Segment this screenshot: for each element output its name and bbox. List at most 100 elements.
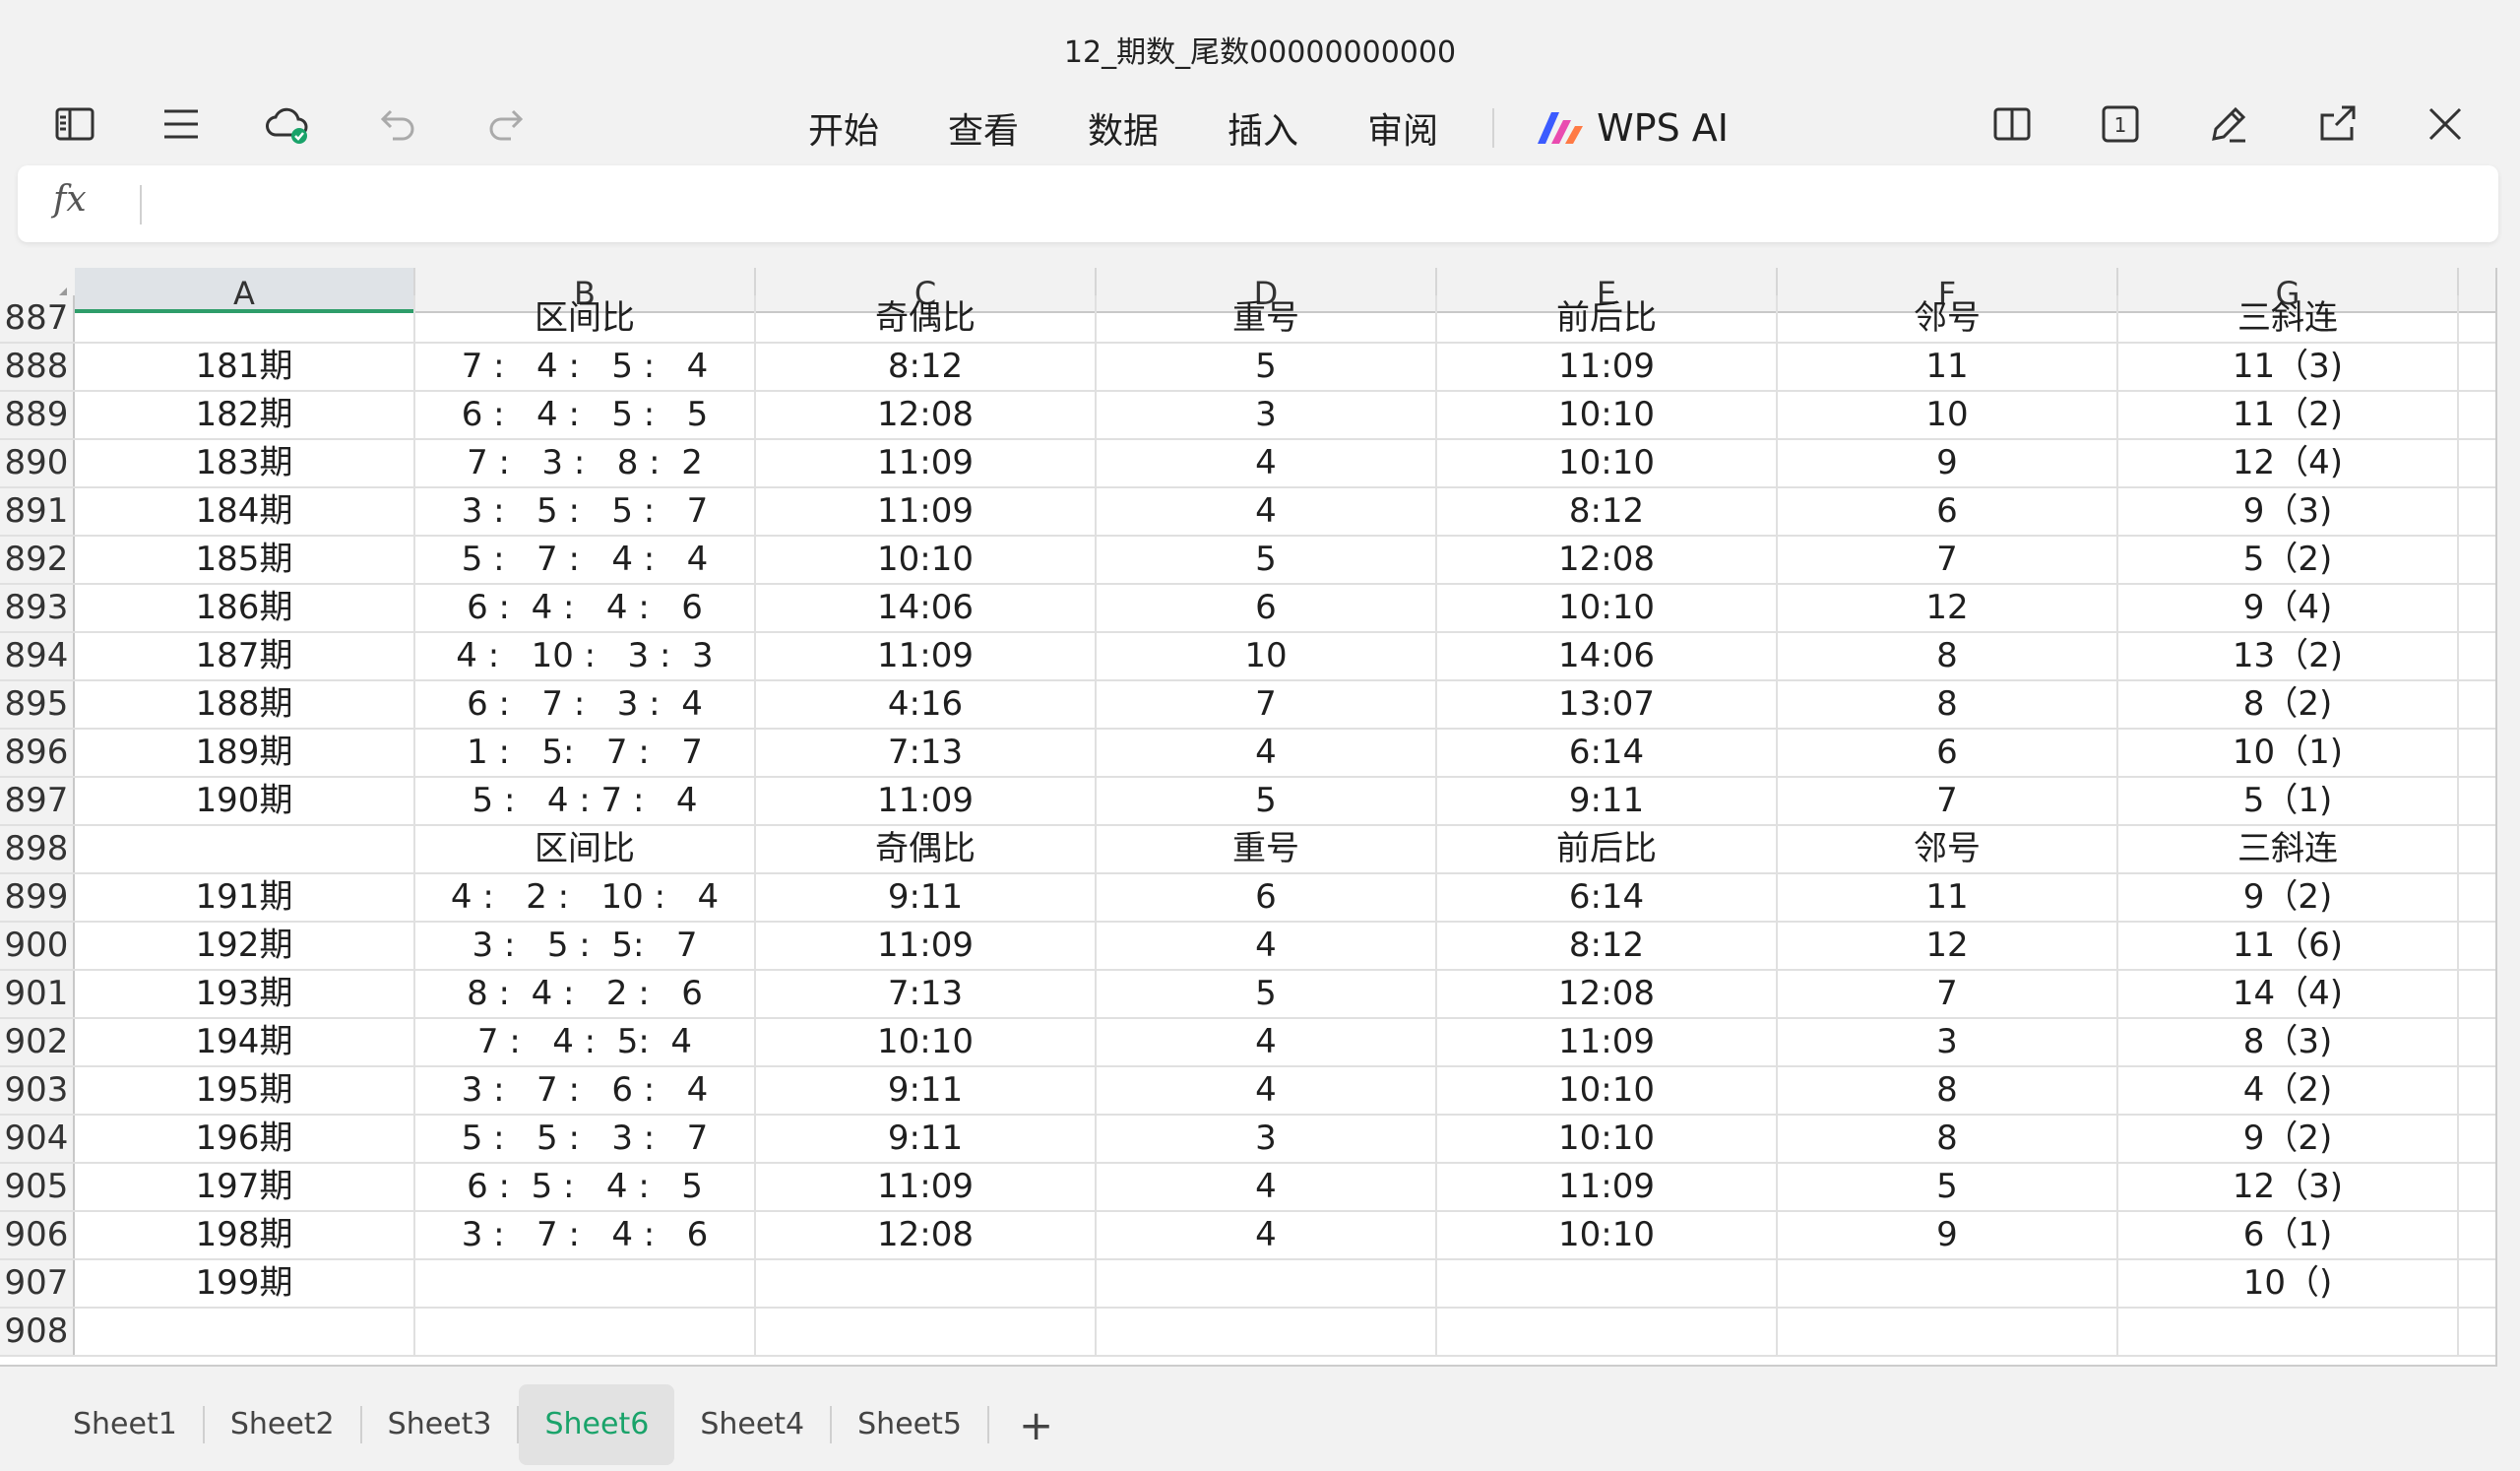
- cell-a[interactable]: 198期: [75, 1212, 415, 1258]
- cell-e[interactable]: [1437, 1260, 1778, 1307]
- sheet-count-icon[interactable]: 1: [2091, 95, 2150, 154]
- cell-d[interactable]: 4: [1097, 1164, 1437, 1210]
- row-header[interactable]: 892: [0, 537, 75, 583]
- cell-f[interactable]: 6: [1778, 730, 2118, 776]
- row-header[interactable]: 905: [0, 1164, 75, 1210]
- cell-e[interactable]: 12:08: [1437, 537, 1778, 583]
- cell-g[interactable]: 14（4): [2118, 971, 2459, 1017]
- cell-d[interactable]: 重号: [1097, 295, 1437, 342]
- cell-c[interactable]: 11:09: [756, 923, 1097, 969]
- cell-d[interactable]: 5: [1097, 537, 1437, 583]
- row-header[interactable]: 897: [0, 778, 75, 824]
- cell-g[interactable]: 6（1): [2118, 1212, 2459, 1258]
- fx-icon[interactable]: fx: [53, 179, 87, 220]
- close-icon[interactable]: [2416, 95, 2475, 154]
- cell-f[interactable]: 3: [1778, 1019, 2118, 1065]
- cell-b[interactable]: 6 : 4 : 4 : 6: [415, 585, 756, 631]
- cell-g[interactable]: 10（1): [2118, 730, 2459, 776]
- menu-data[interactable]: 数据: [1088, 102, 1159, 154]
- row-header[interactable]: 900: [0, 923, 75, 969]
- cell-c[interactable]: 11:09: [756, 1164, 1097, 1210]
- row-header[interactable]: 899: [0, 874, 75, 921]
- row-header[interactable]: 903: [0, 1067, 75, 1114]
- cell-b[interactable]: 5 : 5 : 3 : 7: [415, 1116, 756, 1162]
- cell-b[interactable]: 区间比: [415, 826, 756, 872]
- cell-f[interactable]: 9: [1778, 1212, 2118, 1258]
- cell-a[interactable]: 194期: [75, 1019, 415, 1065]
- cell-a[interactable]: 181期: [75, 344, 415, 390]
- row-header[interactable]: 895: [0, 681, 75, 728]
- cell-a[interactable]: 199期: [75, 1260, 415, 1307]
- sheet-tab-4[interactable]: Sheet4: [674, 1384, 830, 1465]
- cell-e[interactable]: 前后比: [1437, 295, 1778, 342]
- cell-c[interactable]: 11:09: [756, 488, 1097, 535]
- cell-f[interactable]: 10: [1778, 392, 2118, 438]
- cell-d[interactable]: 5: [1097, 971, 1437, 1017]
- cell-g[interactable]: 10（): [2118, 1260, 2459, 1307]
- cell-b[interactable]: 3 : 5 : 5 : 7: [415, 488, 756, 535]
- cell-g[interactable]: 9（2): [2118, 1116, 2459, 1162]
- cell-f[interactable]: 8: [1778, 1067, 2118, 1114]
- cell-g[interactable]: 4（2): [2118, 1067, 2459, 1114]
- cell-a[interactable]: 183期: [75, 440, 415, 486]
- cell-b[interactable]: [415, 1309, 756, 1355]
- cell-g[interactable]: 11（2): [2118, 392, 2459, 438]
- menu-review[interactable]: 审阅: [1367, 102, 1438, 154]
- cell-c[interactable]: 奇偶比: [756, 826, 1097, 872]
- cell-e[interactable]: 9:11: [1437, 778, 1778, 824]
- cell-b[interactable]: 5 : 4 : 7 : 4: [415, 778, 756, 824]
- cell-e[interactable]: 10:10: [1437, 440, 1778, 486]
- cell-e[interactable]: 8:12: [1437, 923, 1778, 969]
- cell-a[interactable]: [75, 1309, 415, 1355]
- cell-b[interactable]: 6 : 7 : 3 : 4: [415, 681, 756, 728]
- cell-d[interactable]: 4: [1097, 923, 1437, 969]
- cell-d[interactable]: 5: [1097, 344, 1437, 390]
- row-header[interactable]: 891: [0, 488, 75, 535]
- cell-f[interactable]: 12: [1778, 923, 2118, 969]
- cell-d[interactable]: 4: [1097, 488, 1437, 535]
- cell-b[interactable]: 8 : 4 : 2 : 6: [415, 971, 756, 1017]
- cell-c[interactable]: 8:12: [756, 344, 1097, 390]
- cell-e[interactable]: 10:10: [1437, 1212, 1778, 1258]
- cell-f[interactable]: 6: [1778, 488, 2118, 535]
- cell-c[interactable]: 7:13: [756, 971, 1097, 1017]
- menu-icon[interactable]: [152, 95, 211, 154]
- cell-f[interactable]: 7: [1778, 537, 2118, 583]
- cell-c[interactable]: 9:11: [756, 1116, 1097, 1162]
- cell-g[interactable]: 5（2): [2118, 537, 2459, 583]
- cell-c[interactable]: 12:08: [756, 1212, 1097, 1258]
- cell-g[interactable]: 8（3): [2118, 1019, 2459, 1065]
- cell-b[interactable]: [415, 1260, 756, 1307]
- cell-f[interactable]: [1778, 1260, 2118, 1307]
- cell-g[interactable]: 三斜连: [2118, 826, 2459, 872]
- cell-g[interactable]: 9（2): [2118, 874, 2459, 921]
- cell-g[interactable]: 8（2): [2118, 681, 2459, 728]
- cell-c[interactable]: 11:09: [756, 440, 1097, 486]
- cell-a[interactable]: 190期: [75, 778, 415, 824]
- cell-a[interactable]: 187期: [75, 633, 415, 679]
- cell-e[interactable]: 前后比: [1437, 826, 1778, 872]
- cell-c[interactable]: 10:10: [756, 1019, 1097, 1065]
- cell-a[interactable]: 184期: [75, 488, 415, 535]
- cell-f[interactable]: 8: [1778, 681, 2118, 728]
- cell-b[interactable]: 1 : 5: 7 : 7: [415, 730, 756, 776]
- cell-b[interactable]: 4 : 2 : 10 : 4: [415, 874, 756, 921]
- cell-d[interactable]: 重号: [1097, 826, 1437, 872]
- cell-c[interactable]: 9:11: [756, 1067, 1097, 1114]
- cell-d[interactable]: 5: [1097, 778, 1437, 824]
- cell-a[interactable]: 182期: [75, 392, 415, 438]
- cell-c[interactable]: 11:09: [756, 778, 1097, 824]
- row-header[interactable]: 896: [0, 730, 75, 776]
- cell-c[interactable]: 9:11: [756, 874, 1097, 921]
- cell-e[interactable]: 10:10: [1437, 1067, 1778, 1114]
- sheet-tab-2[interactable]: Sheet2: [205, 1384, 360, 1465]
- cell-b[interactable]: 区间比: [415, 295, 756, 342]
- menu-insert[interactable]: 插入: [1228, 102, 1298, 154]
- cell-a[interactable]: 195期: [75, 1067, 415, 1114]
- cell-e[interactable]: 11:09: [1437, 344, 1778, 390]
- cell-f[interactable]: 邻号: [1778, 295, 2118, 342]
- cell-e[interactable]: 10:10: [1437, 1116, 1778, 1162]
- cell-e[interactable]: 12:08: [1437, 971, 1778, 1017]
- cell-g[interactable]: 13（2): [2118, 633, 2459, 679]
- cell-b[interactable]: 6 : 4 : 5 : 5: [415, 392, 756, 438]
